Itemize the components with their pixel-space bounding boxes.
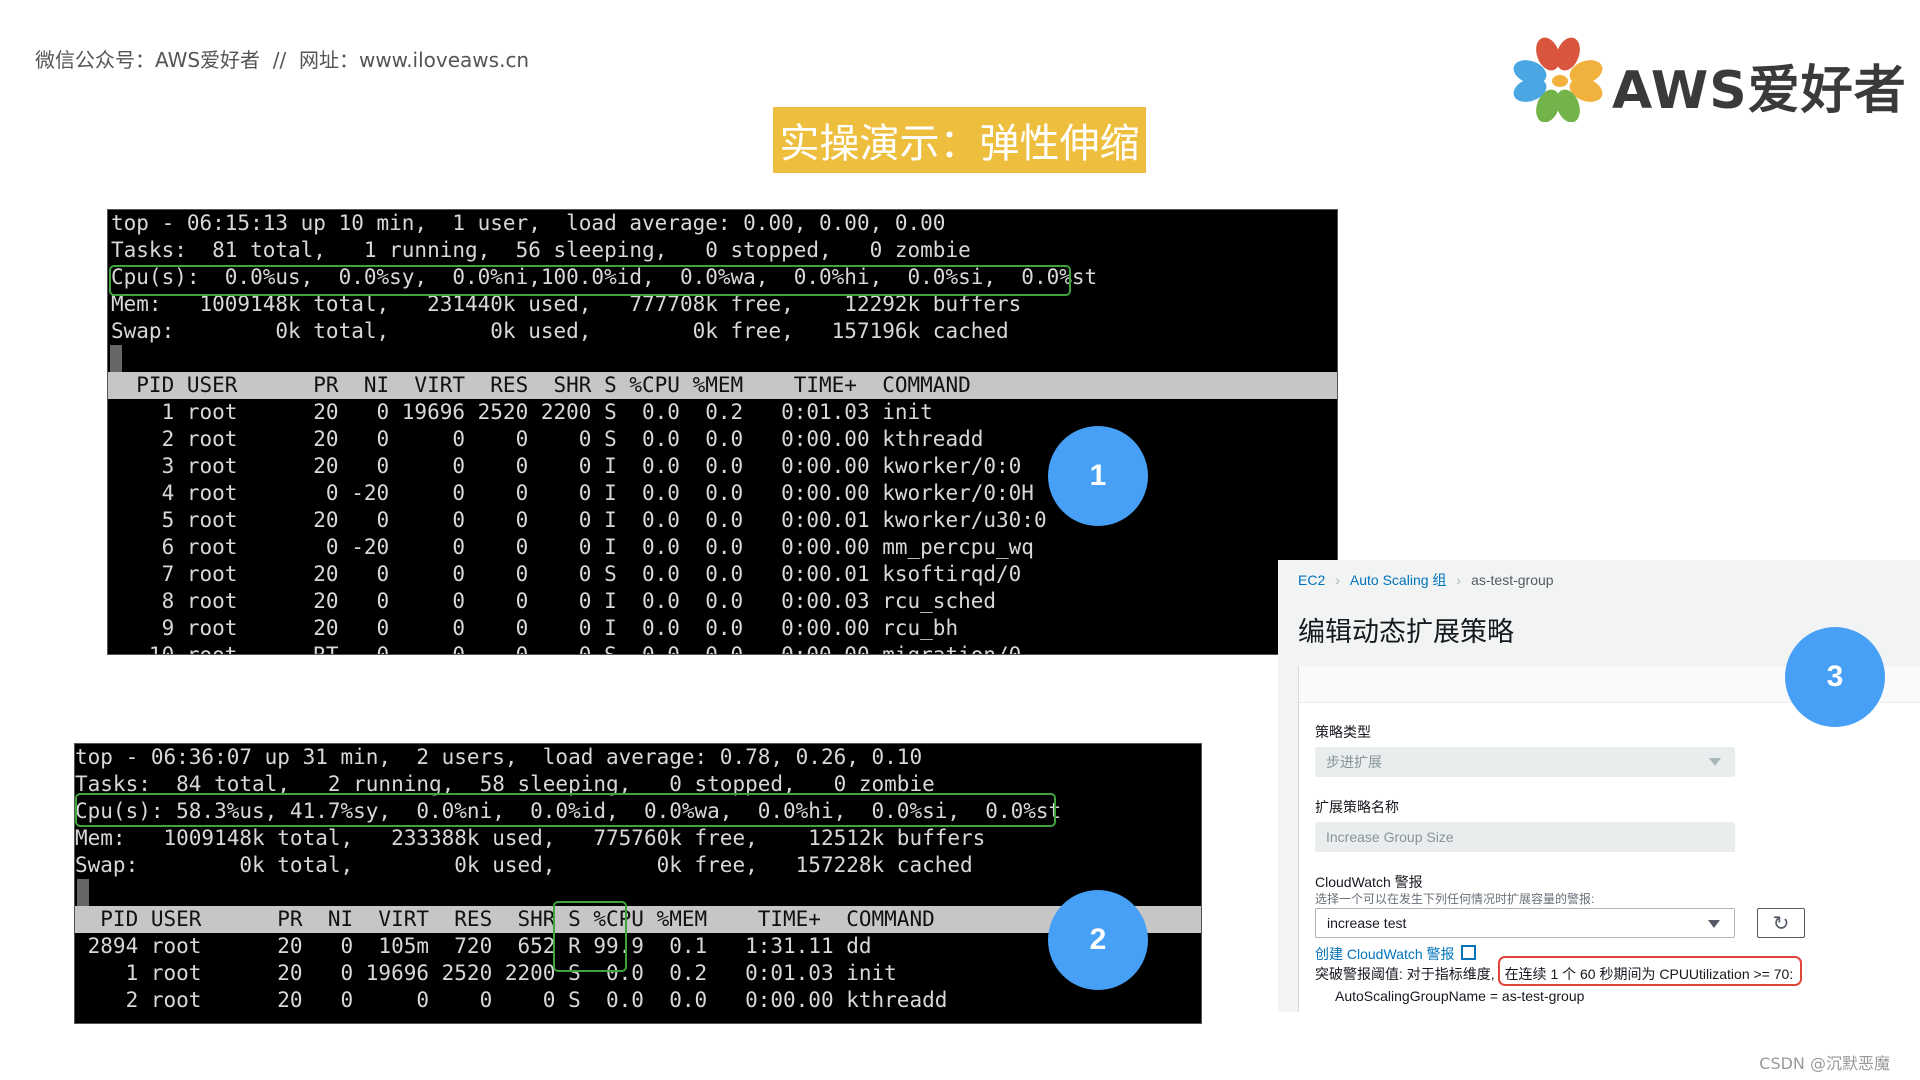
footer-watermark: CSDN @沉默恶魔 <box>1759 1054 1890 1073</box>
dimension-text: AutoScalingGroupName = as-test-group <box>1335 988 1585 1004</box>
breadcrumb: EC2 › Auto Scaling 组 › as-test-group <box>1298 570 1554 590</box>
terminal-top-loaded: top - 06:36:07 up 31 min, 2 users, load … <box>74 743 1202 1024</box>
policy-type-label: 策略类型 <box>1315 724 1371 740</box>
top-uptime-line: top - 06:15:13 up 10 min, 1 user, load a… <box>111 211 946 235</box>
process-row: 5 root 20 0 0 0 0 I 0.0 0.0 0:00.01 kwor… <box>111 508 1047 532</box>
page-title: 编辑动态扩展策略 <box>1298 617 1514 647</box>
create-alarm-link-text: 创建 CloudWatch 警报 <box>1315 946 1455 962</box>
threshold-highlight-box <box>1497 956 1803 986</box>
process-table-header: PID USER PR NI VIRT RES SHR S %CPU %MEM … <box>75 906 1201 933</box>
process-row: 7 root 20 0 0 0 0 S 0.0 0.0 0:00.01 ksof… <box>111 562 1022 586</box>
chevron-right-icon: › <box>1456 572 1462 588</box>
breadcrumb-auto-scaling[interactable]: Auto Scaling 组 <box>1350 572 1447 588</box>
terminal-cursor <box>110 345 122 372</box>
threshold-prefix: 突破警报阈值: 对于指标维度, <box>1315 966 1495 982</box>
cloudwatch-alarm-description: 选择一个可以在发生下列任何情况时扩展容量的警报: <box>1315 892 1595 906</box>
dropdown-arrow-icon <box>1709 758 1721 766</box>
process-row: 2894 root 20 0 105m 720 652 R 99.9 0.1 1… <box>75 934 872 958</box>
breadcrumb-ec2[interactable]: EC2 <box>1298 572 1325 588</box>
top-mem-line: Mem: 1009148k total, 233388k used, 77576… <box>75 826 986 850</box>
wechat-site-info: 微信公众号：AWS爱好者 // 网址：www.iloveaws.cn <box>35 48 530 72</box>
aws-fans-logo: AWS爱好者 <box>1512 36 1906 122</box>
cloudwatch-alarm-label: CloudWatch 警报 <box>1315 874 1423 890</box>
policy-type-select[interactable]: 步进扩展 <box>1315 747 1735 777</box>
breadcrumb-current: as-test-group <box>1471 572 1554 588</box>
process-row: 9 root 20 0 0 0 0 I 0.0 0.0 0:00.00 rcu_… <box>111 616 959 640</box>
top-swap-line: Swap: 0k total, 0k used, 0k free, 157196… <box>111 319 1009 343</box>
refresh-button[interactable]: ↻ <box>1757 908 1805 938</box>
policy-name-value: Increase Group Size <box>1326 829 1454 845</box>
flower-logo-icon <box>1513 37 1603 122</box>
terminal-cursor <box>77 879 89 906</box>
policy-type-value: 步进扩展 <box>1326 754 1382 770</box>
process-table-header: PID USER PR NI VIRT RES SHR S %CPU %MEM … <box>108 372 1337 399</box>
cpu-highlight-box <box>75 793 1056 827</box>
callout-1: 1 <box>1048 426 1148 526</box>
dropdown-arrow-icon <box>1708 920 1720 928</box>
external-link-icon <box>1461 945 1477 960</box>
process-row: 6 root 0 -20 0 0 0 I 0.0 0.0 0:00.00 mm_… <box>111 535 1034 559</box>
create-cloudwatch-alarm-link[interactable]: 创建 CloudWatch 警报 <box>1315 944 1477 964</box>
top-tasks-line: Tasks: 81 total, 1 running, 56 sleeping,… <box>111 238 971 262</box>
process-row: 1 root 20 0 19696 2520 2200 S 0.0 0.2 0:… <box>111 400 933 424</box>
process-row: 8 root 20 0 0 0 0 I 0.0 0.0 0:00.03 rcu_… <box>111 589 997 613</box>
alarm-value: increase test <box>1327 915 1407 931</box>
process-row: 1 root 20 0 19696 2520 2200 S 0.0 0.2 0:… <box>75 961 897 985</box>
slide-title: 实操演示：弹性伸缩 <box>773 107 1146 173</box>
process-row: 10 root RT 0 0 0 0 S 0.0 0.0 0:00.00 mig… <box>111 643 1022 655</box>
top-uptime-line: top - 06:36:07 up 31 min, 2 users, load … <box>75 745 923 769</box>
chevron-right-icon: › <box>1335 572 1340 588</box>
top-swap-line: Swap: 0k total, 0k used, 0k free, 157228… <box>75 853 973 877</box>
policy-name-label: 扩展策略名称 <box>1315 799 1399 815</box>
cursor-row <box>108 345 1337 372</box>
cursor-row <box>75 879 1201 906</box>
terminal-top-idle: top - 06:15:13 up 10 min, 1 user, load a… <box>107 209 1338 655</box>
logo-text: AWS爱好者 <box>1612 61 1907 121</box>
cpu-percent-highlight-box <box>553 901 627 972</box>
policy-name-input[interactable]: Increase Group Size <box>1315 822 1735 852</box>
cpu-highlight-box <box>109 265 1071 296</box>
cloudwatch-alarm-select[interactable]: increase test <box>1315 908 1735 938</box>
refresh-icon: ↻ <box>1772 912 1790 935</box>
process-row: 3 root 20 0 0 0 0 I 0.0 0.0 0:00.00 kwor… <box>111 454 1022 478</box>
process-row: 2 root 20 0 0 0 0 S 0.0 0.0 0:00.00 kthr… <box>111 427 984 451</box>
process-row: 4 root 0 -20 0 0 0 I 0.0 0.0 0:00.00 kwo… <box>111 481 1034 505</box>
process-row: 2 root 20 0 0 0 0 S 0.0 0.0 0:00.00 kthr… <box>75 988 948 1012</box>
callout-3: 3 <box>1785 627 1885 727</box>
callout-2: 2 <box>1048 890 1148 990</box>
